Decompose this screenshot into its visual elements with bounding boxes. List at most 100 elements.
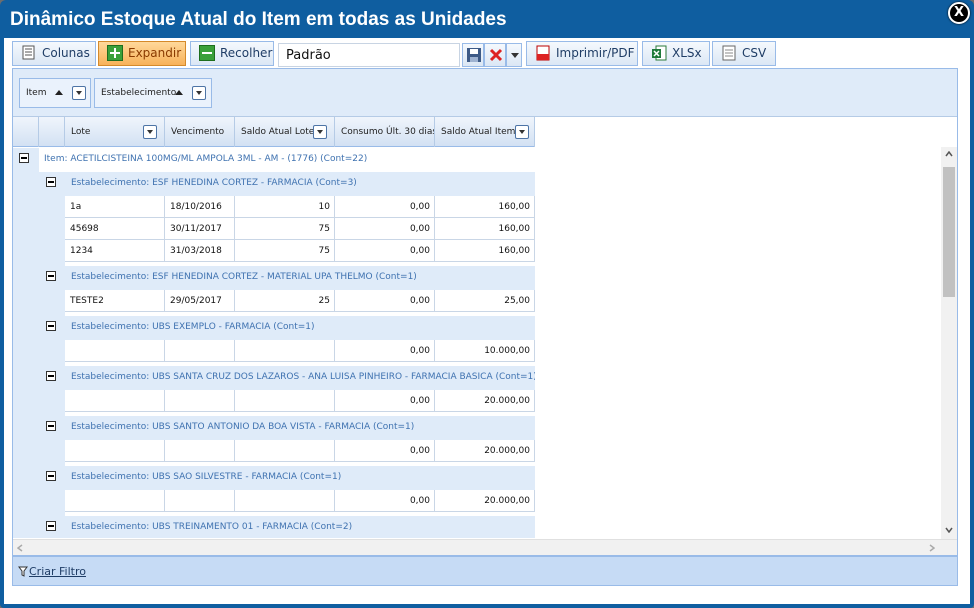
estab-dropdown-icon[interactable] xyxy=(192,86,206,100)
cell-saldo-lote: 75 xyxy=(235,218,335,240)
column-header-saldo-lote[interactable]: Saldo Atual Lote xyxy=(235,117,335,147)
close-button[interactable]: X xyxy=(948,2,970,24)
print-pdf-button[interactable]: Imprimir/PDF xyxy=(526,41,638,66)
cell-consumo: 0,00 xyxy=(335,490,435,512)
expand-label: Expandir xyxy=(128,46,182,60)
cell-lote: 45698 xyxy=(65,218,165,240)
cell-saldo-lote xyxy=(235,440,335,462)
cell-saldo-lote: 25 xyxy=(235,290,335,312)
collapse-icon xyxy=(199,45,215,61)
cell-vencimento: 18/10/2016 xyxy=(165,196,235,218)
scroll-down-icon[interactable] xyxy=(945,527,953,533)
cell-saldo-item: 160,00 xyxy=(435,196,535,218)
columns-button[interactable]: Colunas xyxy=(12,41,96,66)
scroll-right-icon[interactable] xyxy=(929,544,935,552)
chevron-down-icon xyxy=(511,53,519,58)
indent-column xyxy=(13,148,39,538)
delete-layout-button[interactable] xyxy=(484,43,506,67)
item-dropdown-icon[interactable] xyxy=(72,86,86,100)
sort-asc-icon xyxy=(55,90,63,95)
cell-saldo-lote: 10 xyxy=(235,196,335,218)
cell-consumo: 0,00 xyxy=(335,390,435,412)
estab-group-label: Estabelecimento: UBS EXEMPLO - FARMACIA … xyxy=(71,322,315,332)
vertical-scrollbar[interactable] xyxy=(941,147,957,539)
xlsx-label: XLSx xyxy=(672,46,702,60)
collapse-toggle-icon[interactable] xyxy=(46,371,56,381)
column-vencimento-label: Vencimento xyxy=(171,127,225,137)
table-row[interactable]: 1a 18/10/2016 10 0,00 160,00 xyxy=(65,196,535,218)
item-group-label: Item: ACETILCISTEINA 100MG/ML AMPOLA 3ML… xyxy=(44,154,368,164)
table-row[interactable]: TESTE2 29/05/2017 25 0,00 25,00 xyxy=(65,290,535,312)
horizontal-scrollbar[interactable] xyxy=(13,539,957,555)
saldo-lote-filter-icon[interactable] xyxy=(313,125,327,139)
table-row[interactable]: 1234 31/03/2018 75 0,00 160,00 xyxy=(65,240,535,262)
cell-saldo-item: 160,00 xyxy=(435,218,535,240)
lote-filter-icon[interactable] xyxy=(143,125,157,139)
collapse-toggle-icon[interactable] xyxy=(46,421,56,431)
scroll-left-icon[interactable] xyxy=(17,544,23,552)
cell-vencimento: 31/03/2018 xyxy=(165,240,235,262)
cell-saldo-lote: 75 xyxy=(235,240,335,262)
layout-dropdown-button[interactable] xyxy=(506,43,522,67)
save-icon xyxy=(467,48,481,62)
table-row[interactable]: 0,00 20.000,00 xyxy=(65,390,535,412)
cell-saldo-item: 20.000,00 xyxy=(435,390,535,412)
sort-asc-icon xyxy=(175,90,183,95)
cell-consumo: 0,00 xyxy=(335,440,435,462)
collapse-toggle-icon[interactable] xyxy=(46,471,56,481)
collapse-toggle-icon[interactable] xyxy=(46,177,56,187)
table-row[interactable]: 0,00 20.000,00 xyxy=(65,440,535,462)
footer-bar: Criar Filtro xyxy=(12,556,958,586)
group-estab-button[interactable]: Estabelecimento xyxy=(94,78,212,108)
cell-consumo: 0,00 xyxy=(335,218,435,240)
column-header-vencimento[interactable]: Vencimento xyxy=(165,117,235,147)
saldo-item-filter-icon[interactable] xyxy=(515,125,529,139)
column-saldo-item-label: Saldo Atual Item xyxy=(441,127,516,137)
estab-group-label: Estabelecimento: UBS TREINAMENTO 01 - FA… xyxy=(71,522,353,532)
table-row[interactable]: 45698 30/11/2017 75 0,00 160,00 xyxy=(65,218,535,240)
column-consumo-label: Consumo Últ. 30 dias I xyxy=(341,127,435,137)
cell-vencimento: 30/11/2017 xyxy=(165,218,235,240)
scroll-up-icon[interactable] xyxy=(945,151,953,157)
table-row[interactable]: 0,00 10.000,00 xyxy=(65,340,535,362)
collapse-toggle-icon[interactable] xyxy=(46,271,56,281)
cell-consumo: 0,00 xyxy=(335,340,435,362)
layout-select[interactable]: Padrão xyxy=(278,43,460,67)
cell-consumo: 0,00 xyxy=(335,196,435,218)
column-header-consumo[interactable]: Consumo Últ. 30 dias I xyxy=(335,117,435,147)
table-row[interactable]: 0,00 20.000,00 xyxy=(65,490,535,512)
collapse-toggle-icon[interactable] xyxy=(46,521,56,531)
cell-consumo: 0,00 xyxy=(335,240,435,262)
dialog-window: Dinâmico Estoque Atual do Item em todas … xyxy=(0,0,974,608)
scrollbar-thumb[interactable] xyxy=(943,167,955,297)
column-header-saldo-item[interactable]: Saldo Atual Item xyxy=(435,117,535,147)
collapse-toggle-icon[interactable] xyxy=(46,321,56,331)
group-item-label: Item xyxy=(26,88,47,98)
cell-consumo: 0,00 xyxy=(335,290,435,312)
estab-group-label: Estabelecimento: ESF HENEDINA CORTEZ - F… xyxy=(71,178,357,188)
xlsx-button[interactable]: XLSx xyxy=(642,41,710,66)
collapse-toggle-icon[interactable] xyxy=(19,153,29,163)
collapse-label: Recolher xyxy=(220,46,273,60)
column-header-lote[interactable]: Lote xyxy=(65,117,165,147)
columns-icon xyxy=(21,45,37,61)
cell-vencimento: 29/05/2017 xyxy=(165,290,235,312)
column-header-bar: Lote Vencimento Saldo Atual Lote Consumo… xyxy=(13,117,535,147)
expand-button[interactable]: Expandir xyxy=(98,41,186,66)
columns-label: Colunas xyxy=(42,46,90,60)
dialog-title: Dinâmico Estoque Atual do Item em todas … xyxy=(10,9,507,30)
group-item-button[interactable]: Item xyxy=(19,78,91,108)
create-filter-link[interactable]: Criar Filtro xyxy=(29,565,86,578)
csv-button[interactable]: CSV xyxy=(712,41,776,66)
cell-saldo-lote xyxy=(235,340,335,362)
collapse-button[interactable]: Recolher xyxy=(190,41,274,66)
save-layout-button[interactable] xyxy=(462,43,484,67)
estab-group-label: Estabelecimento: UBS SANTA CRUZ DOS LAZA… xyxy=(71,372,535,382)
dialog-content: Colunas Expandir Recolher Padrão Imprimi… xyxy=(4,38,970,604)
column-lote-label: Lote xyxy=(71,127,91,137)
excel-icon xyxy=(651,45,667,61)
toolbar: Colunas Expandir Recolher Padrão Imprimi… xyxy=(12,41,776,67)
pivot-grid: Item Estabelecimento Lote Vencimento Sal… xyxy=(12,68,958,556)
indent-column xyxy=(39,172,65,538)
print-pdf-label: Imprimir/PDF xyxy=(556,46,635,60)
